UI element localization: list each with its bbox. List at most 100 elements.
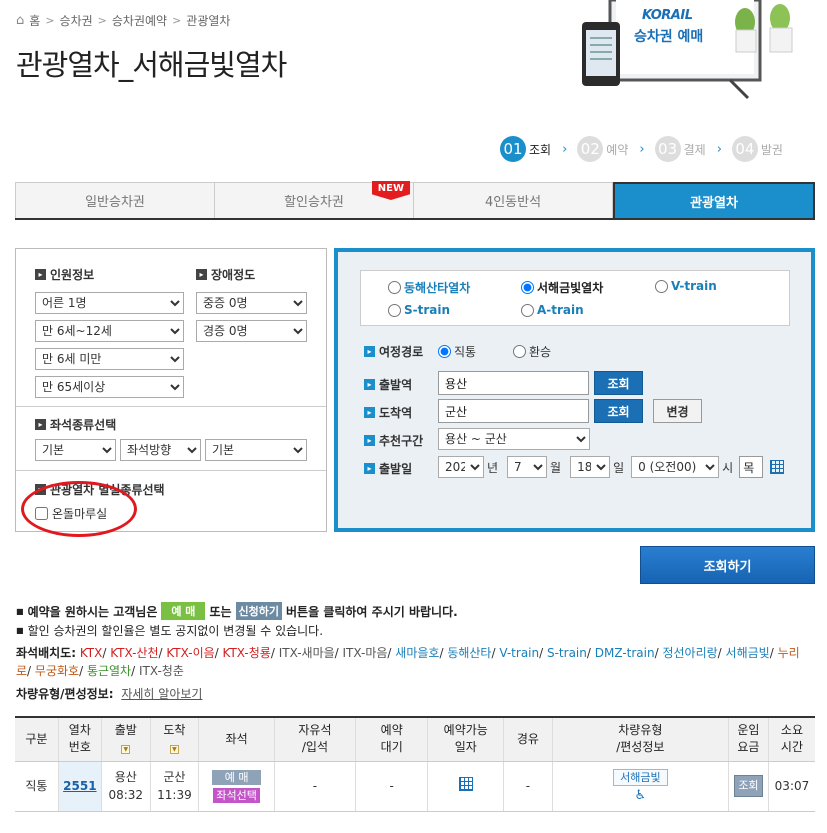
seat-select-button[interactable]: 좌석선택 xyxy=(213,788,260,803)
cell-available-date xyxy=(427,761,504,812)
radio[interactable] xyxy=(513,345,526,358)
departure-search-button[interactable]: 조회 xyxy=(594,371,643,395)
seat-layout-link[interactable]: 정선아리랑 xyxy=(662,646,717,660)
seat-layout-link[interactable]: V-train xyxy=(499,646,539,660)
calendar-icon[interactable] xyxy=(458,776,473,791)
seat-position-select[interactable]: 기본 xyxy=(205,439,307,461)
seat-layout-link[interactable]: KTX-이음 xyxy=(166,646,214,660)
field-label-text: 출발역 xyxy=(379,378,413,392)
seat-layout-link[interactable]: KTX xyxy=(80,646,103,660)
seat-layout-link[interactable]: ITX-청춘 xyxy=(139,664,184,678)
seat-layout-links: 좌석배치도: KTX/ KTX-산천/ KTX-이음/ KTX-청룡/ ITX-… xyxy=(16,644,806,680)
train-number-link[interactable]: 2551 xyxy=(63,779,96,793)
seat-layout-link[interactable]: ITX-마음 xyxy=(343,646,388,660)
reserve-button[interactable]: 예 매 xyxy=(211,770,262,785)
seat-type-title: ▸ 좌석종류선택 xyxy=(35,416,116,433)
hour-unit: 시 xyxy=(722,460,734,475)
chevron-right-icon: ▸ xyxy=(364,407,375,418)
calendar-icon[interactable] xyxy=(770,460,785,474)
col-departure[interactable]: 출발 ▼ xyxy=(100,716,151,762)
radio[interactable] xyxy=(438,345,451,358)
radio-s-train[interactable]: S-train xyxy=(388,303,450,317)
breadcrumb-tourist-train[interactable]: 관광열차 xyxy=(186,12,230,29)
seat-direction-select[interactable]: 좌석방향 xyxy=(120,439,201,461)
cell-type: 직통 xyxy=(15,761,59,812)
seat-layout-link[interactable]: KTX-산천 xyxy=(110,646,158,660)
seat-layout-link[interactable]: ITX-새마을 xyxy=(279,646,335,660)
radio[interactable] xyxy=(521,303,534,317)
radio-v-train[interactable]: V-train xyxy=(655,279,717,293)
swap-stations-button[interactable]: 변경 xyxy=(653,399,702,423)
tab-tourist-train[interactable]: 관광열차 xyxy=(613,182,815,218)
vehicle-info-label: 차량유형/편성정보: xyxy=(16,687,114,701)
recommended-section-select[interactable]: 용산 ~ 군산 xyxy=(438,428,590,450)
seat-type-select[interactable]: 기본 xyxy=(35,439,116,461)
radio-a-train[interactable]: A-train xyxy=(521,303,584,317)
bullet-icon: ■ xyxy=(16,606,24,616)
breadcrumb-ticket[interactable]: 승차권 xyxy=(60,12,93,29)
search-button[interactable]: 조회하기 xyxy=(640,546,815,584)
seat-layout-link[interactable]: 통근열차 xyxy=(87,664,131,678)
arrival-search-button[interactable]: 조회 xyxy=(594,399,643,423)
mild-disability-select[interactable]: 경증 0명 xyxy=(196,320,307,342)
adult-count-select[interactable]: 어른 1명 xyxy=(35,292,184,314)
notice-text: 버튼을 클릭하여 주시기 바랍니다. xyxy=(286,604,458,619)
year-unit: 년 xyxy=(487,460,499,475)
hour-select[interactable]: 0 (오전00) xyxy=(631,456,720,478)
tab-discount[interactable]: 할인승차권 NEW xyxy=(215,181,414,218)
tab-general[interactable]: 일반승차권 xyxy=(15,182,215,218)
cell-via: - xyxy=(503,761,553,812)
cell-duration: 03:07 xyxy=(767,761,815,812)
seat-layout-link[interactable]: S-train xyxy=(547,646,587,660)
breadcrumb-reservation[interactable]: 승차권예약 xyxy=(112,12,167,29)
section-label: 인원정보 xyxy=(50,268,95,282)
home-icon[interactable]: ⌂ xyxy=(16,13,24,28)
severe-disability-select[interactable]: 중증 0명 xyxy=(196,292,307,314)
apply-chip: 신청하기 xyxy=(235,602,283,620)
departure-station-input[interactable] xyxy=(438,371,589,395)
korail-logo: KORAIL xyxy=(642,8,693,23)
day-select[interactable]: 18 xyxy=(570,456,611,478)
sort-icon[interactable]: ▼ xyxy=(169,745,179,755)
child-count-select[interactable]: 만 6세~12세 xyxy=(35,320,184,342)
radio[interactable] xyxy=(388,303,401,317)
col-available-date: 예약가능 일자 xyxy=(427,716,504,762)
seat-layout-link[interactable]: 새마을호 xyxy=(395,646,439,660)
radio[interactable] xyxy=(388,281,401,294)
radio[interactable] xyxy=(655,279,668,293)
departure-date-label: ▸ 출발일 xyxy=(364,460,412,477)
tab-four-seat[interactable]: 4인동반석 xyxy=(414,182,613,218)
radio[interactable] xyxy=(521,281,534,294)
step-search: 01 조회 › xyxy=(500,136,571,162)
fare-query-button[interactable]: 조회 xyxy=(734,775,763,797)
col-arrival[interactable]: 도착 ▼ xyxy=(149,716,199,762)
infant-count-select[interactable]: 만 6세 미만 xyxy=(35,348,184,370)
seat-layout-link[interactable]: 무궁화호 xyxy=(35,664,79,678)
vehicle-type-tag[interactable]: 서해금빛 xyxy=(613,768,668,786)
field-label-text: 도착역 xyxy=(379,406,413,420)
senior-count-select[interactable]: 만 65세이상 xyxy=(35,376,184,398)
chevron-right-icon: ▸ xyxy=(35,269,46,280)
month-select[interactable]: 7 xyxy=(507,456,548,478)
breadcrumb-home[interactable]: 홈 xyxy=(29,12,40,29)
cell-free-seat: - xyxy=(273,761,356,812)
vehicle-info-link[interactable]: 자세히 알아보기 xyxy=(121,687,202,701)
separator: / xyxy=(539,646,547,660)
radio-seohae-geumbit[interactable]: 서해금빛열차 xyxy=(521,279,603,296)
step-label: 결제 xyxy=(683,142,706,157)
step-number: 04 xyxy=(731,136,758,162)
cell-train-no: 2551 xyxy=(57,761,102,812)
sort-icon[interactable]: ▼ xyxy=(121,745,131,755)
seat-layout-link[interactable]: 동해산타 xyxy=(447,646,491,660)
year-select[interactable]: 2024 xyxy=(438,456,484,478)
seat-layout-link[interactable]: DMZ-train xyxy=(595,646,655,660)
col-train-no: 열차 번호 xyxy=(57,716,102,762)
arrival-station-input[interactable] xyxy=(438,399,589,423)
step-number: 02 xyxy=(577,136,604,162)
seat-layout-link[interactable]: 서해금빛 xyxy=(726,646,770,660)
radio-route-direct[interactable]: 직통 xyxy=(438,343,476,360)
separator: / xyxy=(270,646,279,660)
radio-route-transfer[interactable]: 환승 xyxy=(513,343,551,360)
seat-layout-link[interactable]: KTX-청룡 xyxy=(223,646,271,660)
radio-donghae-santa[interactable]: 동해산타열차 xyxy=(388,279,470,296)
